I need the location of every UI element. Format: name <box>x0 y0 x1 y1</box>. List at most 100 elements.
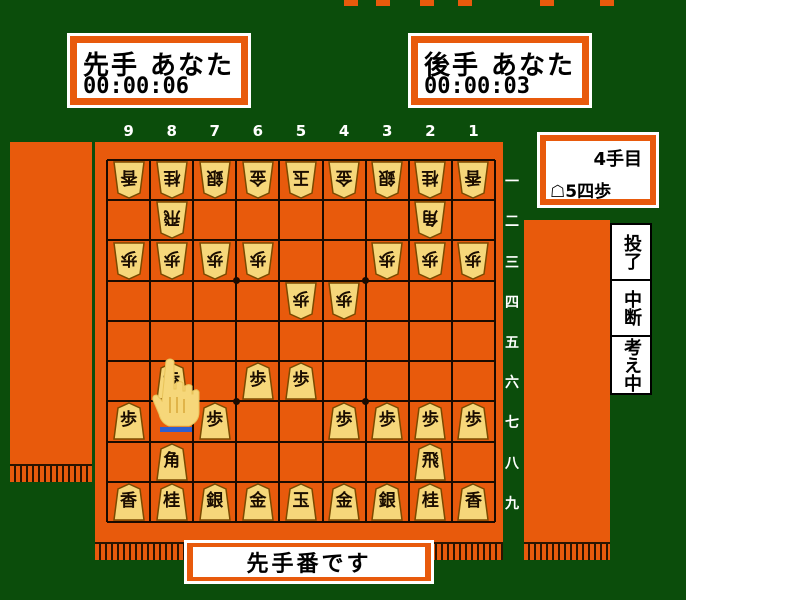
row-label: 八 <box>505 455 519 472</box>
star-point <box>362 397 370 405</box>
gote-piece-stand[interactable] <box>524 220 610 560</box>
gote-piece[interactable]: 銀 <box>198 161 231 199</box>
piece-label: 歩 <box>163 247 181 268</box>
gote-piece[interactable]: 歩 <box>198 241 231 280</box>
sente-piece[interactable]: 香 <box>457 483 490 521</box>
gote-piece[interactable]: 玉 <box>285 161 317 199</box>
gote-piece[interactable]: 桂 <box>414 161 447 199</box>
board-grid[interactable]: 香桂銀金玉金銀桂香飛角歩歩歩歩歩歩歩歩歩歩歩歩歩歩歩歩歩歩角飛香桂銀金玉金銀桂香 <box>106 159 496 523</box>
piece-label: 歩 <box>421 410 439 431</box>
gote-piece[interactable]: 歩 <box>285 282 317 320</box>
star-point <box>362 277 370 285</box>
gote-piece[interactable]: 金 <box>328 161 360 199</box>
sente-clock: 00:00:06 <box>83 74 189 99</box>
gote-piece[interactable]: 飛 <box>155 201 188 240</box>
piece-label: 金 <box>249 490 267 511</box>
grid-line <box>364 160 367 522</box>
grid-line <box>450 160 453 522</box>
sente-piece[interactable]: 金 <box>242 483 274 521</box>
column-label: 4 <box>338 122 350 140</box>
grid-line <box>407 160 410 522</box>
gote-piece[interactable]: 歩 <box>242 241 274 280</box>
row-label: 五 <box>505 335 519 351</box>
sente-piece[interactable]: 銀 <box>198 483 231 521</box>
gote-piece[interactable]: 香 <box>112 161 145 199</box>
top-border <box>0 0 686 8</box>
move-count: 4手目 <box>593 149 642 170</box>
sente-piece[interactable]: 金 <box>328 483 360 521</box>
row-label: 二 <box>505 214 519 231</box>
gote-piece[interactable]: 歩 <box>328 282 360 320</box>
piece-label: 歩 <box>206 247 224 268</box>
column-label: 6 <box>252 122 264 140</box>
sente-piece[interactable]: 桂 <box>155 483 188 521</box>
sente-piece[interactable]: 桂 <box>414 483 447 521</box>
piece-label: 金 <box>249 167 267 188</box>
grid-line <box>106 160 108 522</box>
piece-label: 角 <box>421 207 439 228</box>
column-label: 2 <box>425 122 436 140</box>
sente-piece-stand[interactable] <box>10 142 92 482</box>
column-label: 8 <box>166 122 177 140</box>
sente-piece[interactable]: 歩 <box>457 402 490 441</box>
sente-piece[interactable]: 歩 <box>414 402 447 441</box>
piece-label: 角 <box>163 450 181 471</box>
star-point <box>232 397 240 405</box>
sente-piece[interactable]: 歩 <box>371 402 404 441</box>
piece-label: 歩 <box>421 247 439 268</box>
resign-button[interactable]: 投了 <box>612 225 650 281</box>
piece-label: 飛 <box>421 450 439 471</box>
sente-piece[interactable]: 歩 <box>328 402 360 441</box>
hint-button[interactable]: 考え中 <box>612 337 650 393</box>
piece-label: 歩 <box>464 247 482 268</box>
gote-piece[interactable]: 歩 <box>112 241 145 280</box>
gote-timer-panel: 後手 あなた 00:00:03 <box>408 33 592 108</box>
sente-piece[interactable]: 歩 <box>198 402 231 441</box>
sente-timer-panel: 先手 あなた 00:00:06 <box>67 33 251 108</box>
piece-label: 歩 <box>464 410 482 431</box>
row-label: 七 <box>505 415 519 432</box>
piece-label: 桂 <box>421 167 439 188</box>
row-label: 六 <box>505 375 519 392</box>
sente-piece[interactable]: 玉 <box>285 483 317 521</box>
column-label: 3 <box>382 122 393 140</box>
piece-label: 銀 <box>378 490 396 511</box>
gote-piece[interactable]: 歩 <box>371 241 404 280</box>
pointing-hand-icon <box>150 357 200 437</box>
piece-label: 香 <box>120 490 138 511</box>
row-label: 九 <box>505 495 519 512</box>
sente-piece[interactable]: 歩 <box>112 402 145 441</box>
move-info-panel: 4手目 ☖5四歩 <box>537 132 659 208</box>
piece-label: 歩 <box>292 287 310 308</box>
sente-piece[interactable]: 角 <box>155 442 188 481</box>
sente-piece[interactable]: 歩 <box>285 362 317 400</box>
sente-piece[interactable]: 銀 <box>371 483 404 521</box>
gote-piece[interactable]: 歩 <box>414 241 447 280</box>
command-menu: 投了 中断 考え中 <box>610 223 652 395</box>
sente-piece[interactable]: 歩 <box>242 362 274 400</box>
shogi-board[interactable]: 香桂銀金玉金銀桂香飛角歩歩歩歩歩歩歩歩歩歩歩歩歩歩歩歩歩歩角飛香桂銀金玉金銀桂香 <box>95 142 503 560</box>
gote-piece[interactable]: 金 <box>242 161 274 199</box>
gote-piece[interactable]: 歩 <box>155 241 188 280</box>
gote-piece[interactable]: 香 <box>457 161 490 199</box>
suspend-button[interactable]: 中断 <box>612 281 650 337</box>
gote-piece[interactable]: 銀 <box>371 161 404 199</box>
gote-piece[interactable]: 角 <box>414 201 447 240</box>
column-label: 1 <box>468 122 479 140</box>
row-label: 三 <box>505 254 519 271</box>
sente-piece[interactable]: 香 <box>112 483 145 521</box>
gote-piece[interactable]: 桂 <box>155 161 188 199</box>
piece-label: 飛 <box>163 207 181 228</box>
sente-piece[interactable]: 飛 <box>414 442 447 481</box>
grid-line <box>235 160 238 522</box>
grid-line <box>494 160 496 522</box>
gote-piece[interactable]: 歩 <box>457 241 490 280</box>
piece-label: 歩 <box>120 247 138 268</box>
piece-label: 金 <box>335 490 353 511</box>
piece-label: 香 <box>120 167 138 188</box>
row-label: 四 <box>505 294 519 311</box>
status-message: 先手番です <box>193 547 425 577</box>
piece-label: 玉 <box>292 490 310 511</box>
piece-label: 銀 <box>206 490 224 511</box>
piece-label: 香 <box>464 167 482 188</box>
